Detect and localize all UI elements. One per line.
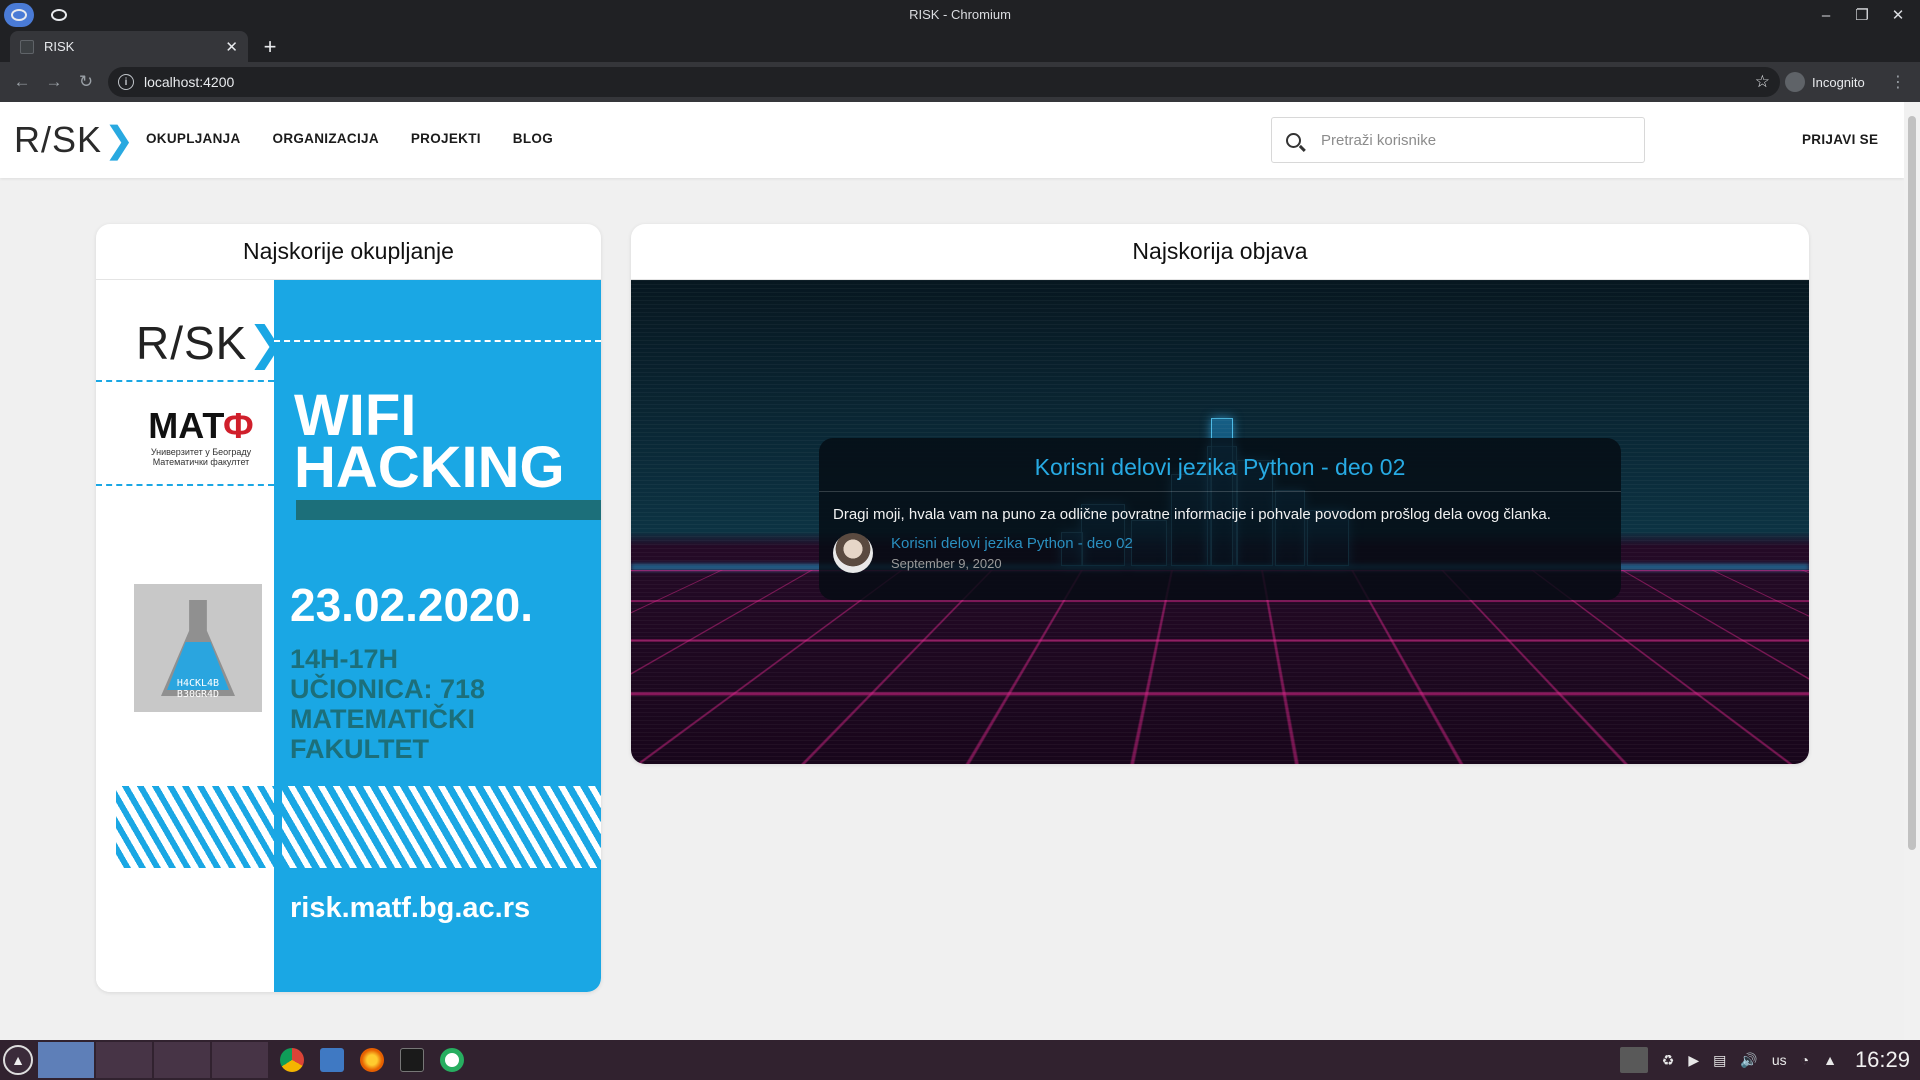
matf-university: Универзитет у Београду [150, 447, 252, 457]
forward-icon[interactable]: → [42, 70, 66, 94]
media-icon[interactable]: ▶ [1688, 1052, 1699, 1069]
nav-projekti[interactable]: PROJEKTI [411, 131, 481, 146]
keyboard-layout[interactable]: us [1772, 1052, 1787, 1068]
tab-strip: RISK ✕ + [0, 30, 1920, 62]
site-info-icon[interactable]: i [118, 74, 134, 90]
back-icon[interactable]: ← [10, 70, 34, 94]
user-search[interactable] [1271, 117, 1645, 163]
poster-divider [96, 484, 274, 486]
post-hero-image[interactable]: Korisni delovi jezika Python - deo 02 Dr… [631, 280, 1809, 764]
file-manager-icon[interactable] [320, 1048, 344, 1072]
post-summary-panel[interactable]: Korisni delovi jezika Python - deo 02 Dr… [819, 438, 1621, 600]
address-url[interactable]: localhost:4200 [144, 74, 1755, 90]
latest-post-card[interactable]: Najskorija objava Korisni delovi jezika … [631, 224, 1809, 764]
firefox-icon[interactable] [360, 1048, 384, 1072]
desktop-1[interactable] [38, 1042, 94, 1078]
restore-icon[interactable]: ❐ [1846, 2, 1878, 28]
close-window-icon[interactable]: ✕ [1882, 2, 1914, 28]
poster-chevrons [116, 786, 274, 868]
post-date: September 9, 2020 [891, 556, 1002, 571]
hacklab-text: H4CKL4B B30GR4D [176, 678, 220, 700]
incognito-icon [1785, 72, 1805, 92]
latest-event-card[interactable]: Najskorije okupljanje R/SK❯ МАТФ Универз… [96, 224, 601, 992]
desktop-2[interactable] [96, 1042, 152, 1078]
author-avatar[interactable] [833, 533, 873, 573]
nav-okupljanja[interactable]: OKUPLJANJA [146, 131, 241, 146]
incognito-label: Incognito [1812, 74, 1865, 90]
page-scrollbar[interactable] [1904, 102, 1920, 1040]
poster-logo: R/SK❯ [136, 316, 287, 370]
volume-icon[interactable]: 🔊 [1740, 1052, 1757, 1069]
reload-icon[interactable]: ↻ [74, 70, 98, 94]
minimize-icon[interactable]: – [1810, 2, 1842, 28]
post-meta-link[interactable]: Korisni delovi jezika Python - deo 02 [891, 535, 1133, 552]
poster-bar [296, 500, 601, 520]
virtual-desktops [38, 1042, 268, 1078]
login-button[interactable]: PRIJAVI SE [1802, 132, 1878, 147]
search-input[interactable] [1321, 131, 1611, 149]
system-tray: ♻ ▶ ▤ 🔊 us ◔ ▲ 16:29 [1619, 1040, 1920, 1080]
logo-text: R/SK [14, 119, 103, 160]
poster-left-column: R/SK❯ МАТФ Универзитет у Београду Матема… [96, 280, 286, 992]
clock[interactable]: 16:29 [1855, 1047, 1910, 1073]
post-title-link[interactable]: Korisni delovi jezika Python - deo 02 [819, 438, 1621, 492]
post-meta: Korisni delovi jezika Python - deo 02 Se… [819, 523, 1621, 573]
tray-expand-icon[interactable]: ▲ [1823, 1052, 1837, 1068]
site-logo[interactable]: R/SK ❯ [14, 119, 136, 160]
nav-blog[interactable]: BLOG [513, 131, 553, 146]
poster-divider [96, 380, 274, 382]
post-excerpt: Dragi moji, hvala vam na puno za odlične… [833, 506, 1551, 523]
matf-red-letter: Ф [223, 405, 254, 446]
main-nav: OKUPLJANJA ORGANIZACIJA PROJEKTI BLOG [146, 131, 553, 146]
wifi-icon[interactable]: ◔ [1801, 1052, 1809, 1068]
poster-right-column: WIFI HACKING 23.02.2020. 14H-17H UČIONIC… [274, 280, 601, 992]
chromium-icon[interactable] [280, 1048, 304, 1072]
window-titlebar: RISK - Chromium – ❐ ✕ [0, 0, 1920, 30]
scrollbar-thumb[interactable] [1908, 116, 1916, 850]
matf-letters: МАТ [148, 405, 224, 446]
desktop-4[interactable] [212, 1042, 268, 1078]
poster-details: 14H-17H UČIONICA: 718 MATEMATIČKI FAKULT… [290, 644, 486, 764]
poster-headline: WIFI HACKING [294, 383, 565, 500]
browser-menu-icon[interactable]: ⋮ [1890, 72, 1906, 92]
trash-icon[interactable]: ♻ [1662, 1052, 1675, 1069]
poster-divider [274, 340, 601, 342]
os-taskbar: ▲ ♻ ▶ ▤ 🔊 us ◔ ▲ 16:29 [0, 1040, 1920, 1080]
poster-logo-text: R/SK [136, 317, 248, 369]
app-launcher-icon[interactable]: ▲ [3, 1045, 33, 1075]
app-header: R/SK ❯ OKUPLJANJA ORGANIZACIJA PROJEKTI B… [0, 102, 1904, 178]
incognito-indicator[interactable]: Incognito [1785, 68, 1865, 96]
mongodb-compass-icon[interactable] [440, 1048, 464, 1072]
bookmark-star-icon[interactable]: ☆ [1755, 72, 1770, 92]
desktop-3[interactable] [154, 1042, 210, 1078]
address-bar[interactable]: i localhost:4200 ☆ [108, 67, 1780, 97]
pinned-apps [280, 1048, 464, 1072]
poster-chevrons [282, 786, 601, 868]
event-card-title: Najskorije okupljanje [96, 224, 601, 280]
clipboard-icon[interactable]: ▤ [1713, 1052, 1726, 1069]
matf-faculty: Математички факултет [152, 457, 250, 467]
matf-logo: МАТФ Универзитет у Београду Математички … [136, 405, 266, 467]
hacklab-logo: H4CKL4B B30GR4D [134, 584, 262, 712]
poster-url: risk.matf.bg.ac.rs [290, 892, 531, 924]
favicon-icon [20, 39, 34, 54]
terminal-icon[interactable] [400, 1048, 424, 1072]
browser-toolbar: ← → ↻ i localhost:4200 ☆ Incognito ⋮ [0, 62, 1920, 102]
new-tab-button[interactable]: + [256, 33, 284, 61]
window-title: RISK - Chromium [909, 7, 1011, 22]
event-poster[interactable]: R/SK❯ МАТФ Универзитет у Београду Матема… [96, 280, 601, 992]
tab-risk[interactable]: RISK ✕ [10, 31, 248, 62]
window-controls: – ❐ ✕ [1810, 2, 1914, 28]
poster-date: 23.02.2020. [290, 579, 534, 631]
page-viewport: R/SK ❯ OKUPLJANJA ORGANIZACIJA PROJEKTI B… [0, 102, 1904, 1040]
tray-window-icon[interactable] [1619, 1047, 1648, 1073]
nav-organizacija[interactable]: ORGANIZACIJA [273, 131, 379, 146]
search-icon [1286, 132, 1301, 148]
tab-close-icon[interactable]: ✕ [225, 38, 238, 56]
tab-label: RISK [44, 39, 75, 54]
post-card-title: Najskorija objava [631, 224, 1809, 280]
logo-chevron-icon: ❯ [104, 119, 136, 160]
